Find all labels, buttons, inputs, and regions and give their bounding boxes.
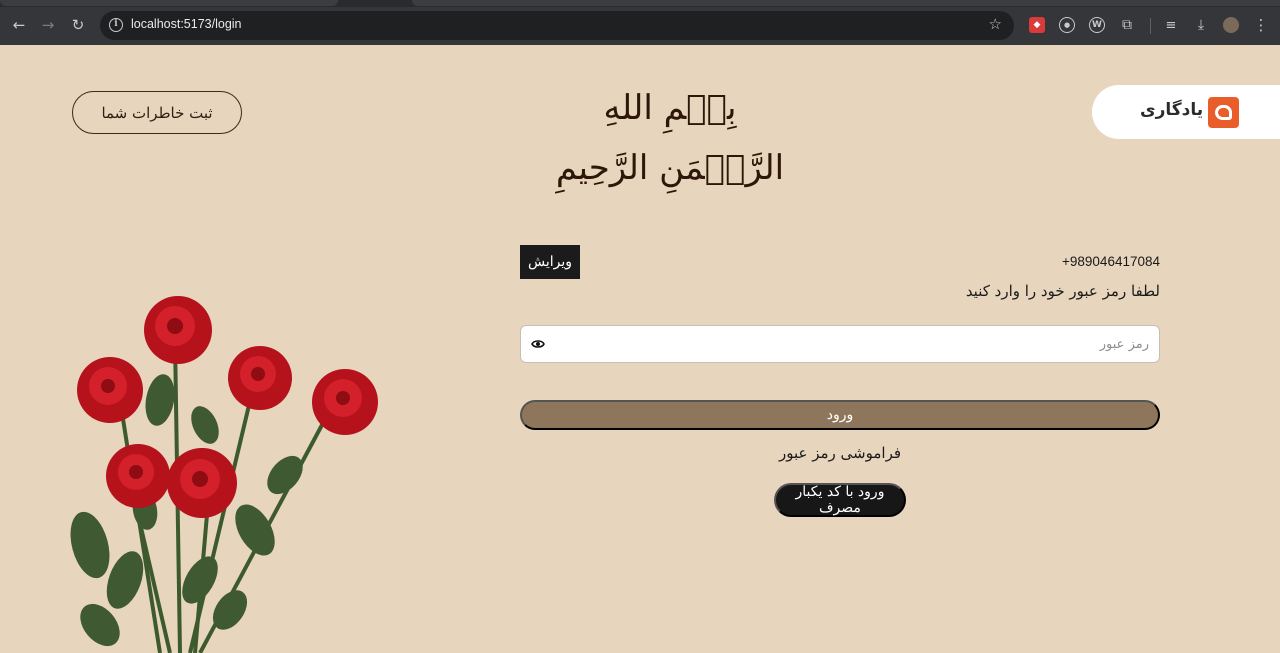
extension-target-icon[interactable]: ●	[1059, 17, 1075, 33]
password-prompt: لطفا رمز عبور خود را وارد کنید	[965, 282, 1160, 300]
extension-w-icon[interactable]: W	[1089, 17, 1105, 33]
info-icon[interactable]: i	[109, 18, 123, 32]
browser-tab[interactable]	[412, 0, 1280, 6]
address-url[interactable]: localhost:5173/login	[131, 17, 242, 31]
toolbar-divider	[1150, 18, 1151, 34]
extension-icon[interactable]: ◆	[1029, 17, 1045, 33]
brand-pill[interactable]: یادگاری	[1092, 85, 1280, 139]
back-icon[interactable]: ←	[8, 14, 30, 36]
eye-icon[interactable]	[531, 338, 545, 350]
submit-memories-button[interactable]: ثبت خاطرات شما	[72, 91, 242, 134]
brand-name: یادگاری	[1140, 100, 1204, 120]
password-input[interactable]	[555, 326, 1149, 362]
tab-strip	[0, 0, 1280, 7]
password-field[interactable]	[520, 325, 1160, 363]
address-bar[interactable]: i localhost:5173/login ☆	[100, 11, 1014, 40]
browser-chrome: ← → ↻ i localhost:5173/login ☆ ◆ ● W ⧉ ≡…	[0, 0, 1280, 45]
puzzle-icon[interactable]: ⧉	[1119, 17, 1135, 33]
brand-logo-icon	[1208, 97, 1239, 128]
basmala-calligraphy: بِسۡمِ اللهِ الرَّحۡمَنِ الرَّحِيمِ	[555, 88, 785, 188]
download-icon[interactable]: ⤓	[1193, 17, 1209, 33]
roses-illustration	[70, 296, 378, 653]
forgot-password-link[interactable]: فراموشی رمز عبور	[720, 444, 960, 462]
reload-icon[interactable]: ↻	[67, 14, 89, 36]
forward-icon[interactable]: →	[37, 14, 59, 36]
star-icon[interactable]: ☆	[989, 15, 1002, 33]
kebab-menu-icon[interactable]: ⋮	[1253, 16, 1269, 34]
reading-list-icon[interactable]: ≡	[1163, 17, 1179, 33]
browser-toolbar: ← → ↻ i localhost:5173/login ☆ ◆ ● W ⧉ ≡…	[0, 7, 1280, 45]
edit-phone-button[interactable]: ویرایش	[520, 245, 580, 279]
avatar[interactable]	[1223, 17, 1239, 33]
browser-tab[interactable]	[0, 0, 338, 6]
phone-number: +989046417084	[1062, 254, 1160, 269]
login-button[interactable]: ورود	[520, 400, 1160, 430]
otp-login-button[interactable]: ورود با کد یکبار مصرف	[774, 483, 906, 517]
